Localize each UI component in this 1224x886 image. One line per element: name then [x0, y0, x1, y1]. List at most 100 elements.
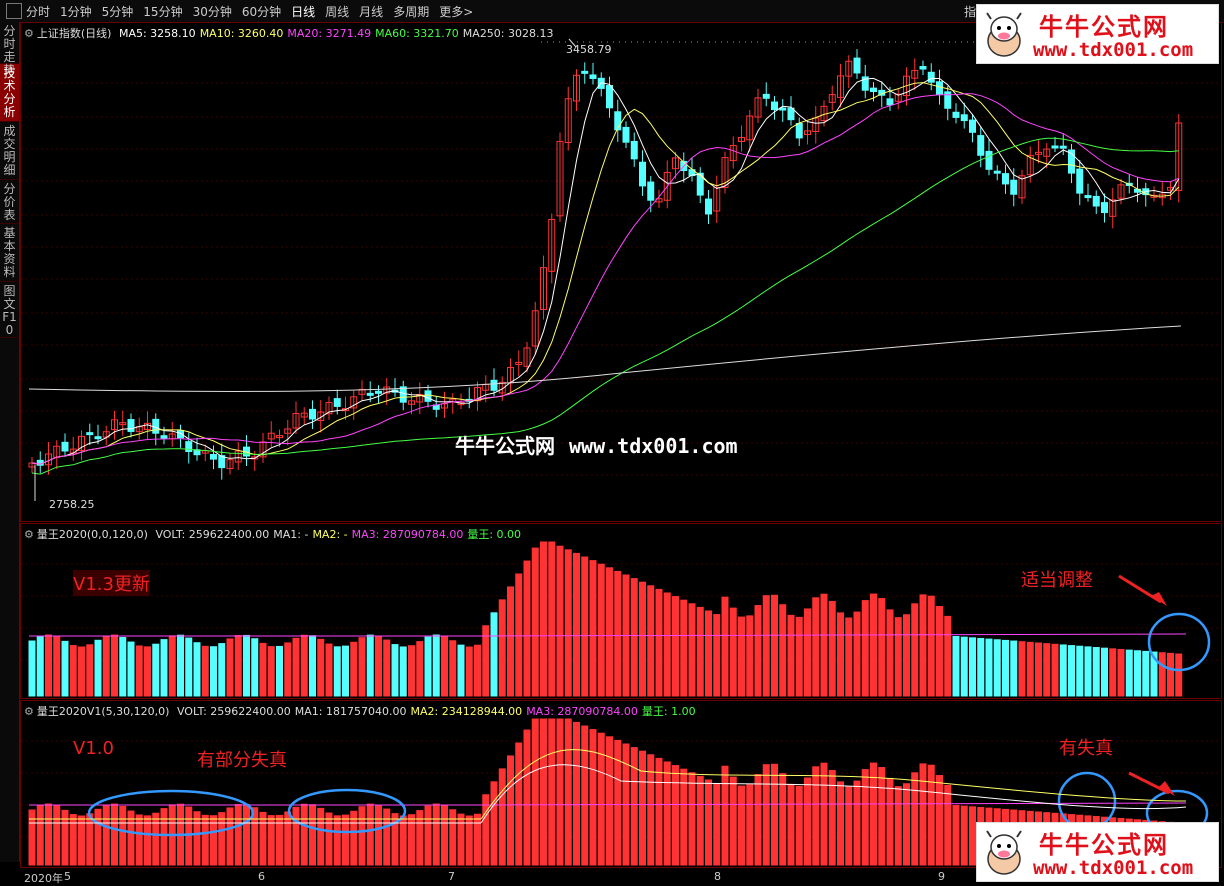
vol1-bar-95 [812, 597, 820, 697]
vol1-bar-68 [589, 560, 597, 697]
vol1-bar-27 [251, 638, 259, 697]
vol2-bar-28 [259, 811, 267, 866]
vol1-bar-33 [300, 634, 308, 697]
period-tab-1[interactable]: 1分钟 [60, 5, 92, 19]
vol2-bar-35 [317, 807, 325, 866]
vol2-bar-0 [28, 809, 36, 866]
vol1-bar-135 [1142, 650, 1150, 697]
ma10-line [31, 82, 1180, 465]
vol2-bar-33 [300, 803, 308, 866]
vol1-bar-56 [490, 612, 498, 697]
vol1-bar-133 [1125, 649, 1133, 697]
vol1-legend-3: MA3: 287090784.00 [351, 528, 464, 541]
left-sidebar: 分时走势技术分析成交明细分价表基本资料图文F10 [0, 22, 20, 862]
vol1-bar-45 [399, 646, 407, 697]
candle-body-75 [647, 181, 655, 201]
candle-body-117 [993, 170, 1001, 174]
vol1-bar-6 [78, 646, 85, 697]
vol2-bar-42 [375, 804, 382, 866]
period-tab-9[interactable]: 多周期 [393, 5, 429, 19]
ma60-line [31, 137, 1179, 475]
watermark-url: www.tdx001.com [569, 434, 738, 458]
period-tab-6[interactable]: 日线 [291, 5, 315, 19]
vol2-bar-43 [383, 808, 391, 866]
vol1-bar-26 [243, 634, 250, 697]
vol1-bar-121 [1026, 641, 1034, 697]
low-price-label: 2758.25 [49, 498, 95, 511]
vol2-bar-106 [903, 783, 910, 866]
vol2-settings-icon[interactable]: ⚙ [24, 705, 34, 718]
vol2-bar-56 [490, 781, 498, 866]
chart-settings-icon[interactable]: ⚙ [24, 27, 34, 40]
candle-body-8 [94, 436, 102, 440]
vol1-bar-114 [969, 637, 976, 697]
vol1-bar-66 [573, 552, 580, 697]
vol2-bar-95 [812, 766, 820, 866]
volume-v13-svg [21, 541, 1221, 697]
period-tab-5[interactable]: 60分钟 [242, 5, 281, 19]
candle-body-92 [787, 107, 795, 121]
vol1-bar-52 [457, 644, 465, 697]
vol1-bar-119 [1010, 640, 1018, 697]
candle-body-37 [333, 398, 341, 407]
candle-body-56 [490, 379, 498, 391]
vol2-bar-1 [36, 805, 44, 866]
period-tab-8[interactable]: 月线 [359, 5, 383, 19]
sidebar-tab-4[interactable]: 基本资料 [0, 224, 19, 282]
annotation-adjust: 适当调整 [1021, 570, 1093, 591]
vol2-bar-15 [152, 812, 160, 866]
vol2-bar-78 [672, 765, 679, 866]
vol2-bar-50 [441, 805, 448, 866]
vol2-bar-79 [680, 768, 688, 866]
vol2-bar-113 [960, 805, 968, 866]
vol1-bar-81 [696, 606, 704, 697]
vol1-bar-59 [515, 573, 523, 697]
vol1-bar-128 [1084, 646, 1092, 697]
vol1-bar-58 [507, 586, 514, 697]
vol1-bar-73 [630, 578, 638, 697]
sidebar-tab-1[interactable]: 技术分析 [0, 64, 19, 122]
candle-body-42 [375, 390, 382, 394]
candle-body-114 [969, 119, 976, 133]
vol1-bar-36 [325, 643, 333, 697]
vol2-bar-60 [523, 729, 531, 866]
period-tab-4[interactable]: 30分钟 [193, 5, 232, 19]
vol1-bar-37 [333, 646, 341, 697]
sidebar-tab-0[interactable]: 分时走势 [0, 22, 19, 77]
vol2-bar-81 [696, 775, 704, 866]
menu-icon[interactable] [6, 3, 22, 19]
period-tab-0[interactable]: 分时 [26, 5, 50, 19]
sidebar-tab-2[interactable]: 成交明细 [0, 122, 19, 180]
candle-body-34 [309, 408, 316, 420]
period-tab-3[interactable]: 15分钟 [143, 5, 182, 19]
x-tick-aug: 8 [714, 870, 721, 883]
vol1-bar-138 [1167, 652, 1174, 697]
logo-title-bottom: 牛牛公式网 [1039, 831, 1169, 859]
candle-body-104 [886, 98, 894, 106]
vol1-bar-41 [366, 634, 374, 697]
vol1-bar-48 [424, 636, 432, 697]
candle-body-70 [606, 85, 613, 109]
vol1-bar-47 [416, 641, 424, 697]
vol1-bar-102 [870, 593, 877, 697]
sidebar-tab-5[interactable]: 图文F10 [0, 282, 19, 338]
vol1-bar-1 [36, 636, 44, 697]
vol1-bar-42 [375, 635, 382, 697]
vol2-bar-54 [474, 813, 481, 866]
vol2-bar-66 [573, 721, 580, 866]
annotation-v10: V1.0 [73, 738, 114, 759]
vol1-bar-79 [680, 599, 688, 697]
period-tab-2[interactable]: 5分钟 [102, 5, 134, 19]
period-tab-7[interactable]: 周线 [325, 5, 349, 19]
candle-body-119 [1010, 179, 1018, 195]
vol1-bar-78 [672, 596, 679, 697]
vol1-bar-92 [787, 614, 795, 697]
vol1-settings-icon[interactable]: ⚙ [24, 528, 34, 541]
sidebar-tab-3[interactable]: 分价表 [0, 180, 19, 224]
vol1-bar-38 [342, 645, 349, 697]
volume-panel-v13: ⚙ 量王2020(0,0,120,0) VOLT: 259622400.00 MA1… [20, 523, 1222, 699]
vol2-bar-41 [366, 803, 374, 866]
vol2-bar-77 [663, 761, 671, 866]
vol2-bar-108 [919, 763, 927, 866]
period-tab-10[interactable]: 更多> [439, 5, 473, 19]
